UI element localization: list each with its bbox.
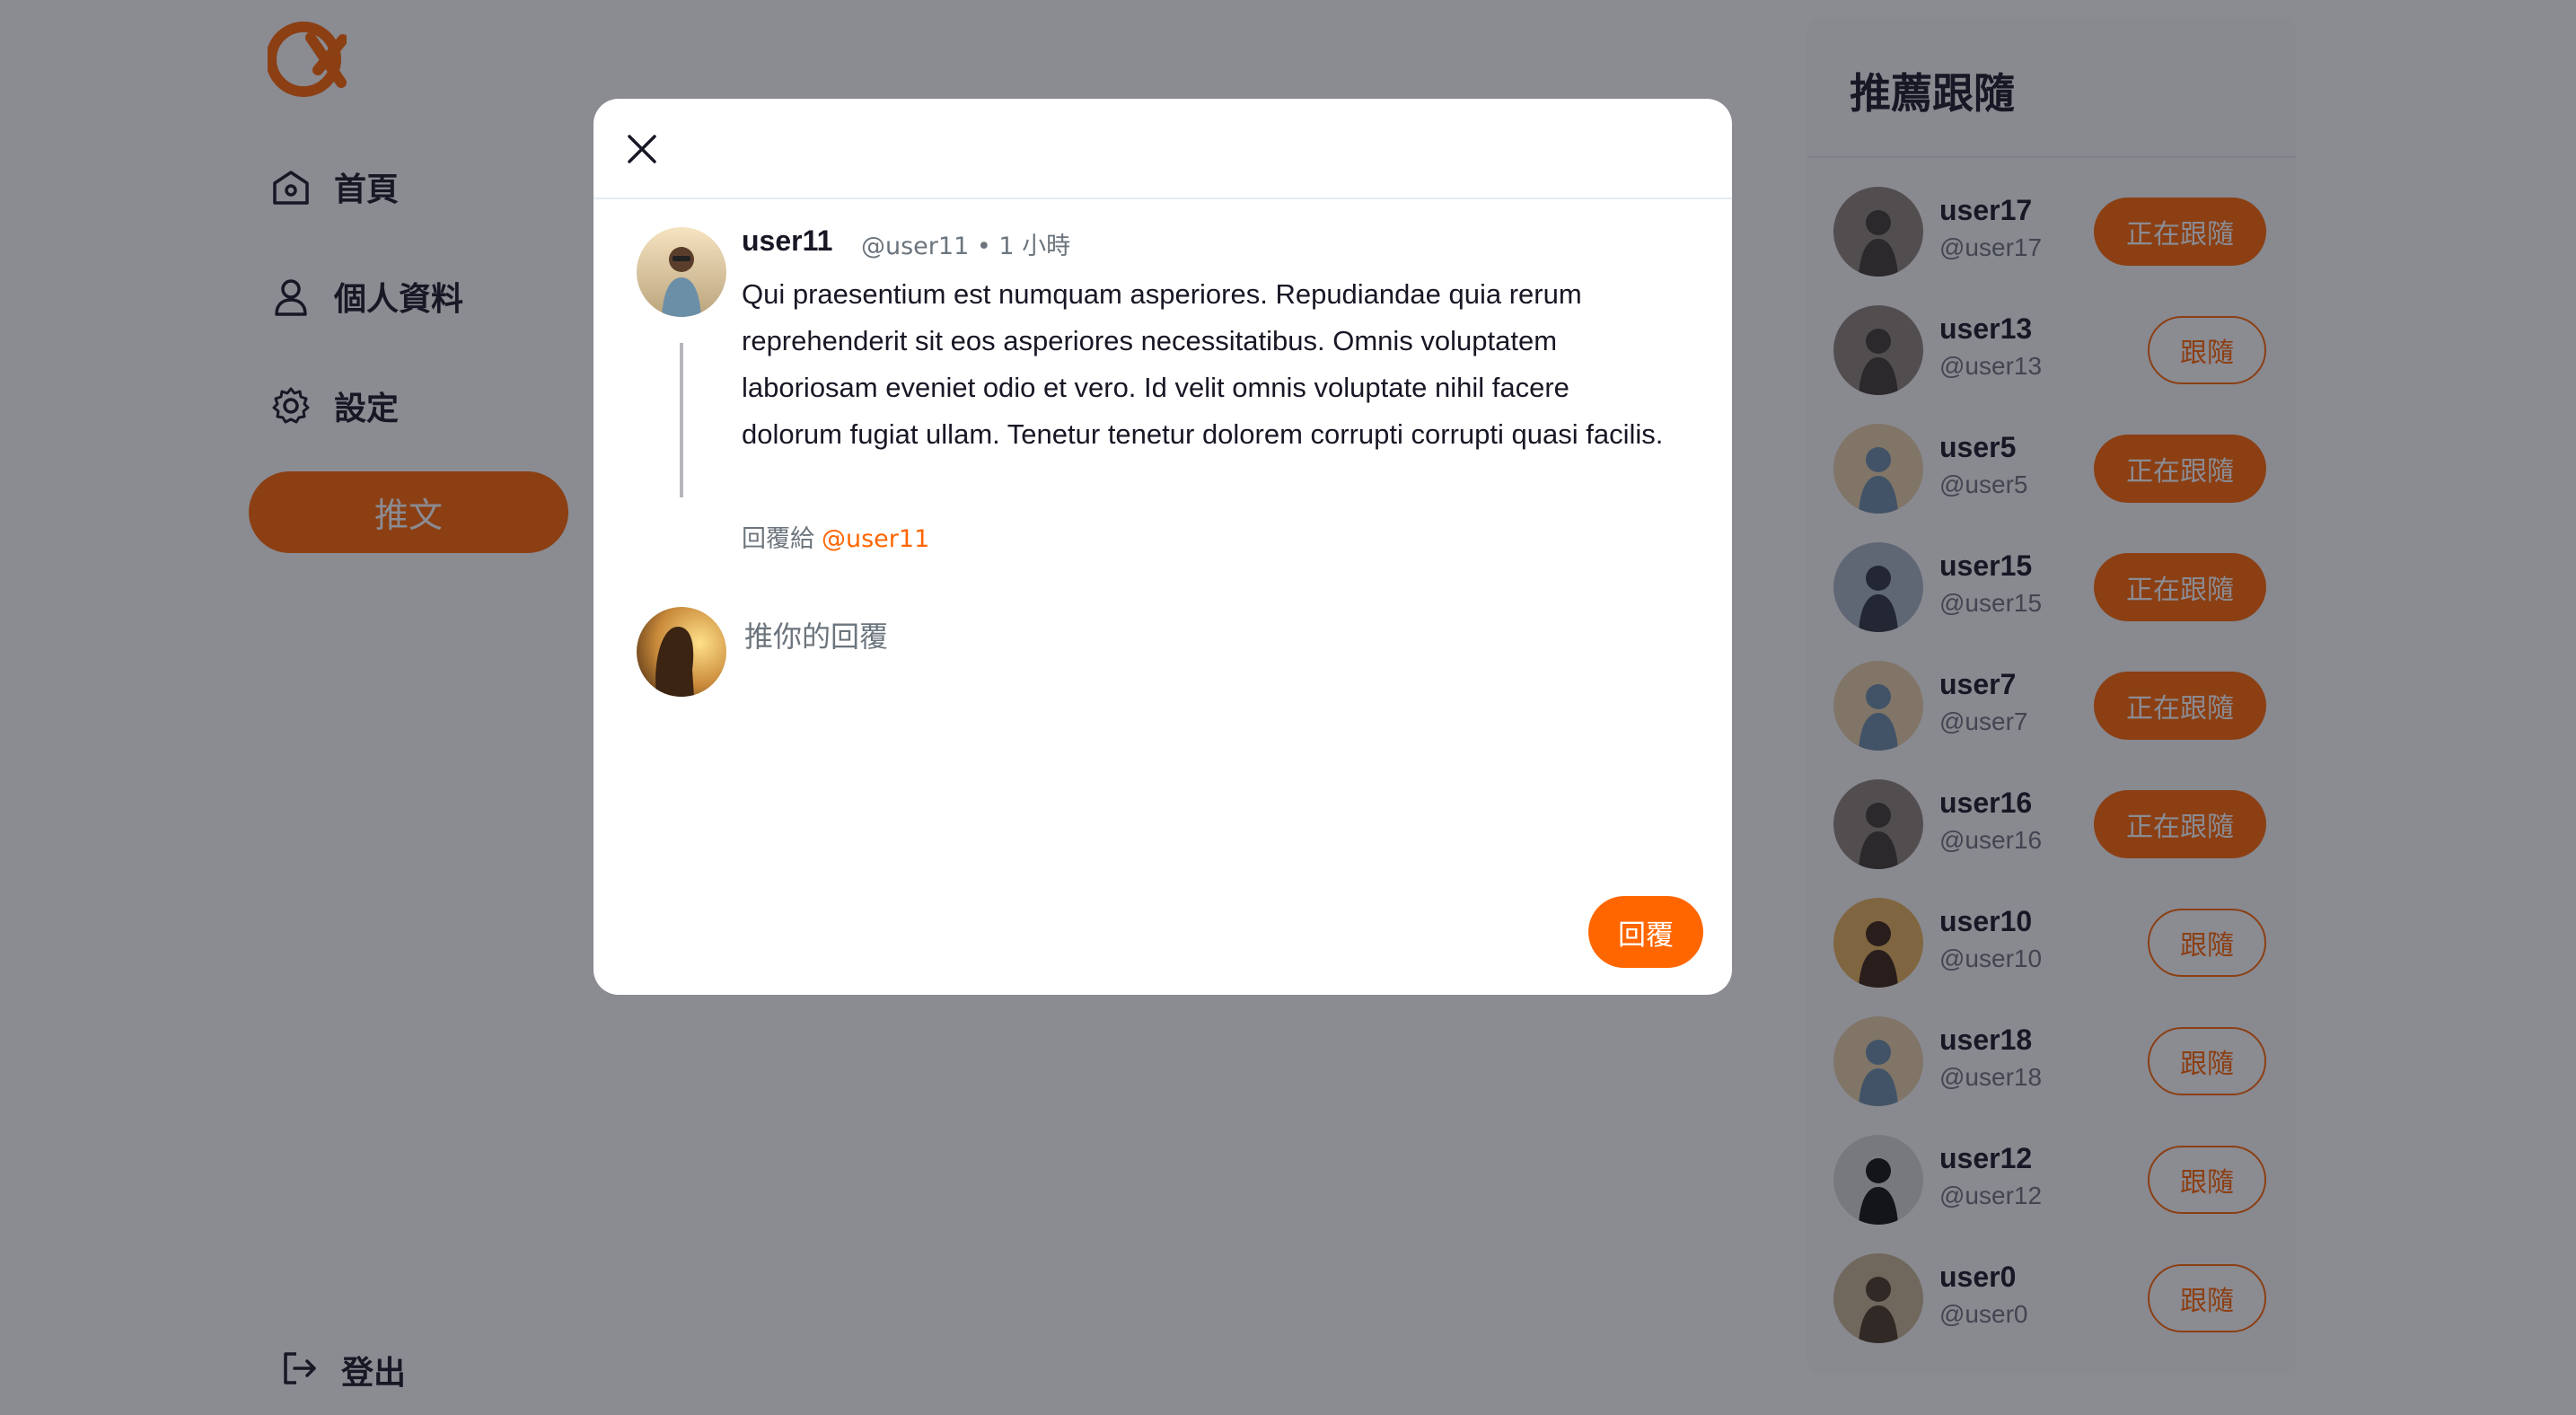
avatar[interactable] (637, 227, 726, 317)
reply-to-line: 回覆給 @user11 (742, 519, 929, 554)
reply-button[interactable]: 回覆 (1588, 896, 1703, 968)
reply-to-label: 回覆給 (742, 525, 814, 553)
reply-modal: user11 @user11 • 1 小時 Qui praesentium es… (593, 99, 1732, 995)
thread-line (680, 343, 683, 497)
reply-to-mention[interactable]: @user11 (822, 525, 929, 553)
reply-input[interactable] (744, 609, 1678, 883)
divider (593, 198, 1732, 199)
close-icon[interactable] (620, 127, 664, 171)
tweet-author-name: user11 (742, 224, 833, 257)
avatar[interactable] (637, 607, 726, 697)
tweet-meta: @user11 • 1 小時 (861, 233, 1071, 260)
tweet-body: Qui praesentium est numquam asperiores. … (742, 278, 1664, 450)
